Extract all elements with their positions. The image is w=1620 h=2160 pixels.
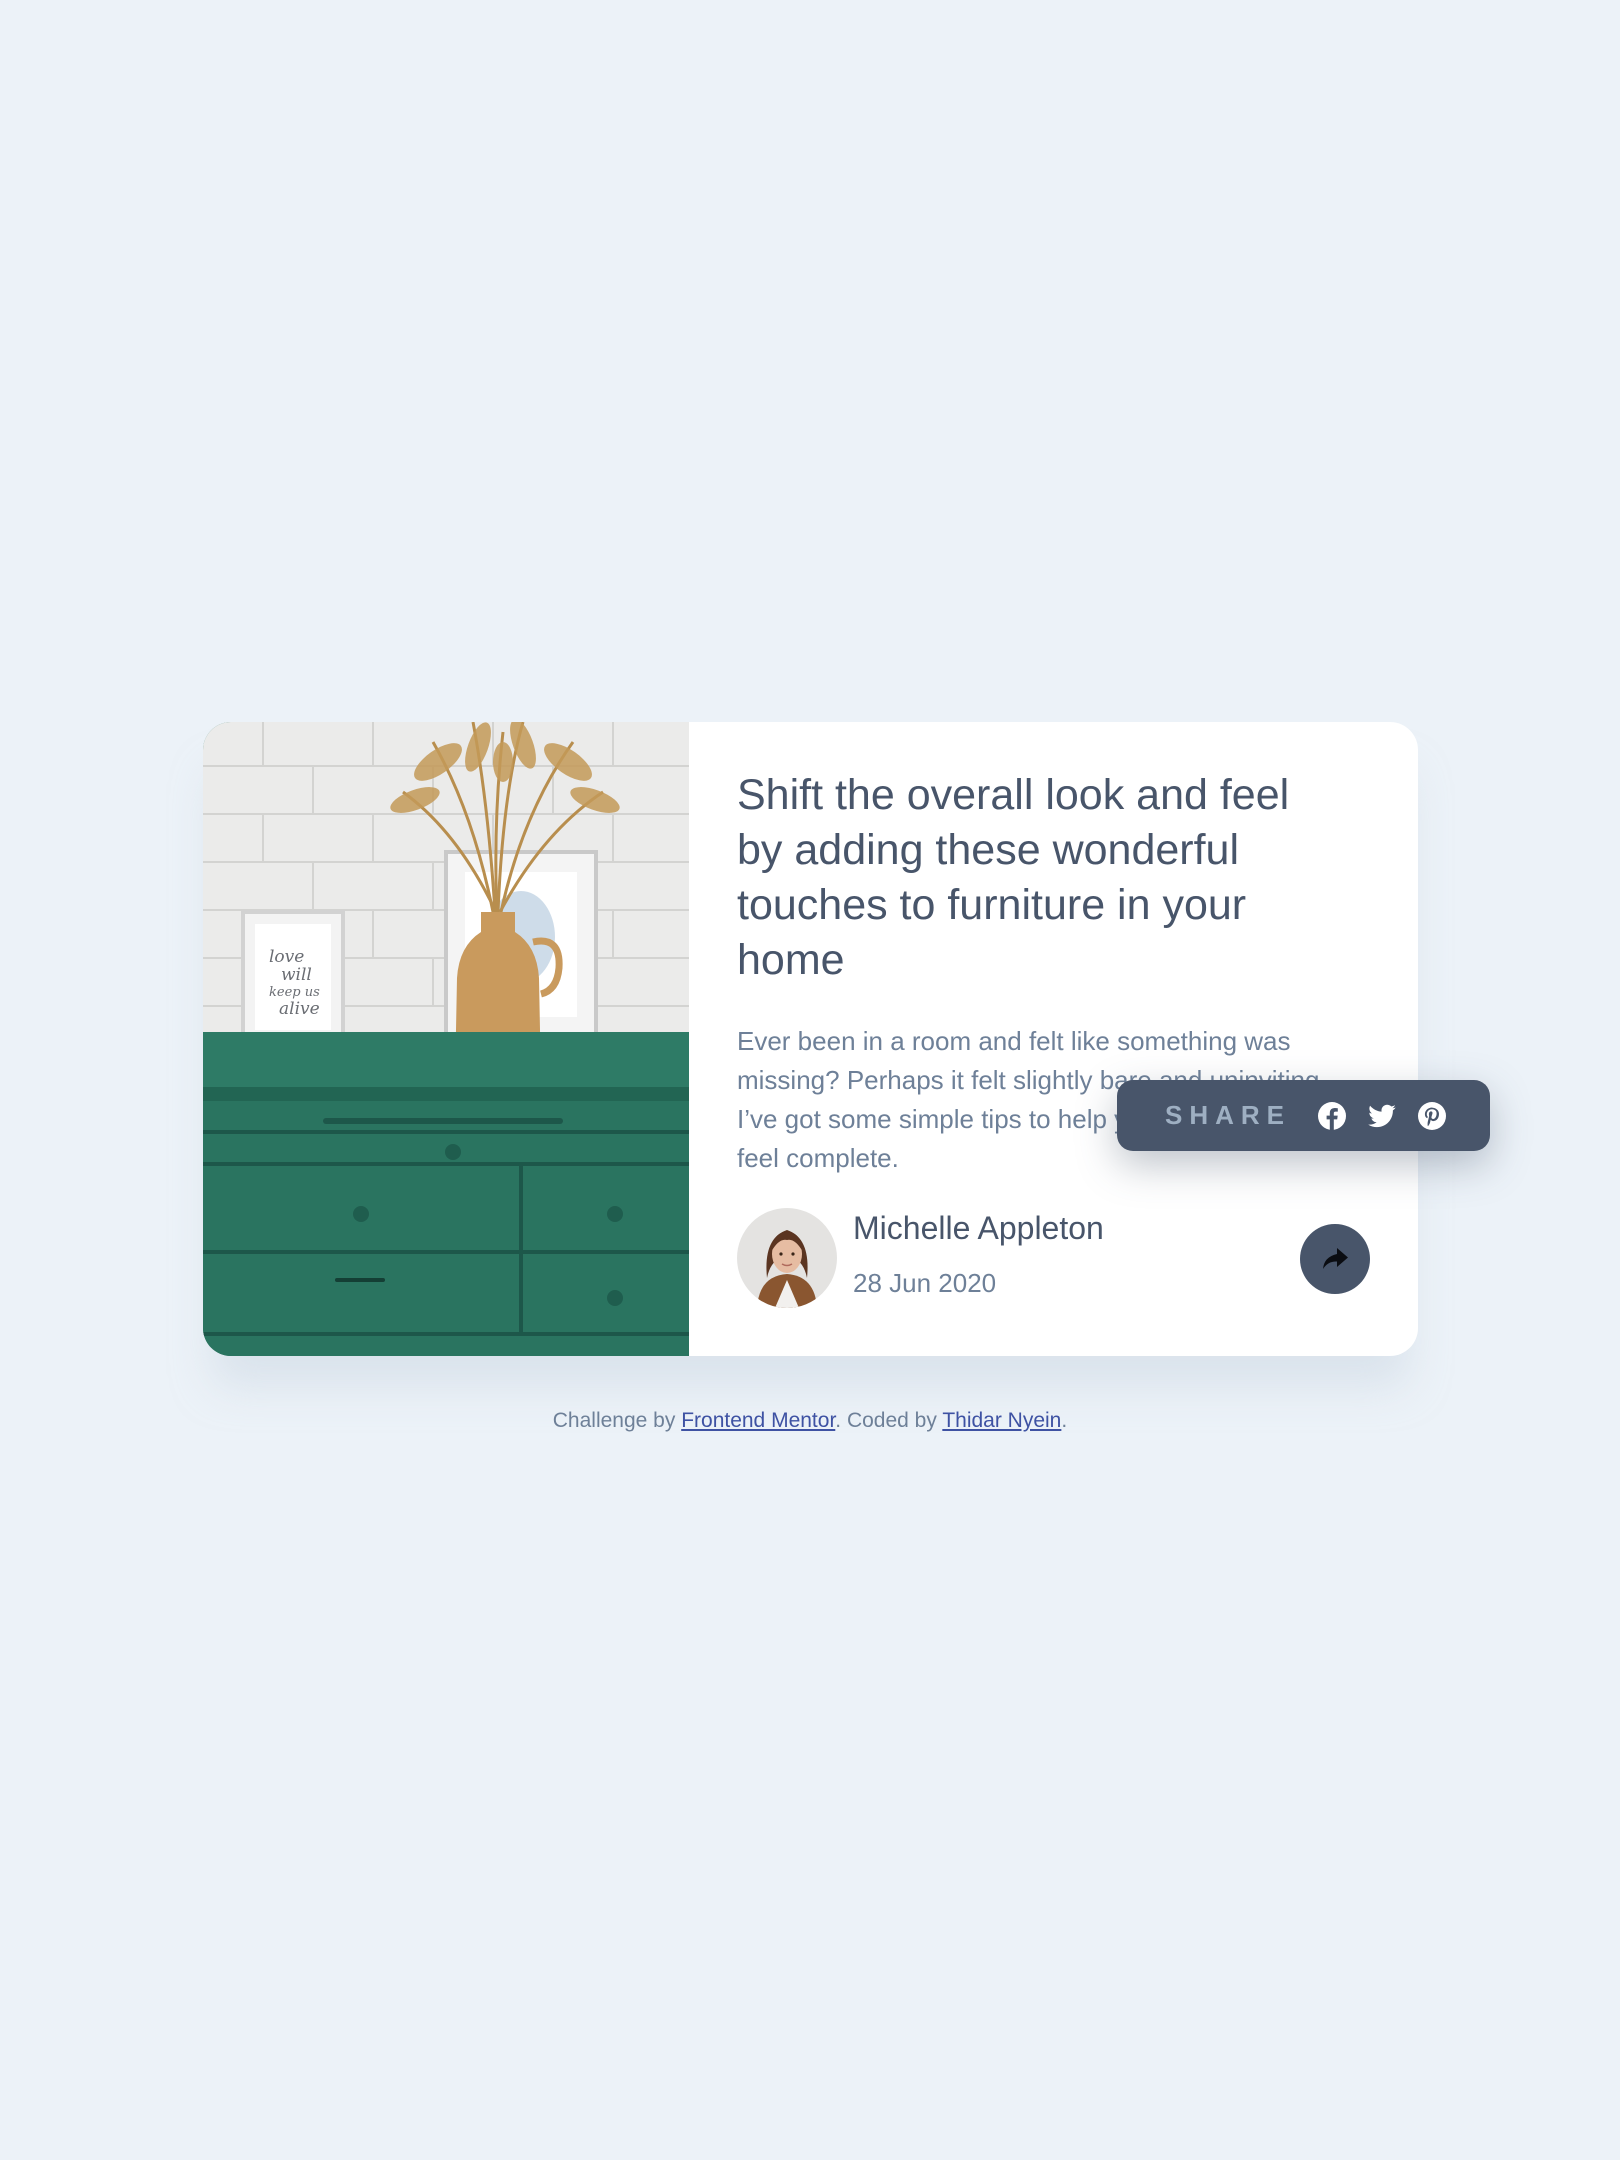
twitter-icon[interactable]: [1367, 1101, 1397, 1131]
article-title: Shift the overall look and feel by addin…: [737, 771, 1290, 984]
author-info: Michelle Appleton 28 Jun 2020: [737, 1208, 1377, 1308]
svg-text:will: will: [281, 965, 312, 985]
svg-text:love: love: [269, 947, 304, 967]
share-button[interactable]: [1300, 1224, 1370, 1294]
drawers-illustration: love will keep us alive: [203, 722, 689, 1356]
author-name: Michelle Appleton: [853, 1210, 1104, 1246]
frontend-mentor-link[interactable]: Frontend Mentor: [681, 1409, 835, 1432]
attribution-footer: Challenge by Frontend Mentor. Coded by T…: [0, 1409, 1620, 1433]
article-card: love will keep us alive Shift the overal…: [203, 722, 1418, 1356]
facebook-icon[interactable]: [1317, 1101, 1347, 1131]
post-date: 28 Jun 2020: [853, 1268, 997, 1298]
drawers-image: love will keep us alive: [203, 722, 689, 1356]
svg-text:keep us: keep us: [269, 985, 320, 1000]
attribution-middle: . Coded by: [835, 1409, 943, 1432]
avatar-illustration: [737, 1208, 837, 1308]
share-popup: SHARE: [1117, 1080, 1490, 1151]
share-label: SHARE: [1165, 1100, 1292, 1130]
avatar: [737, 1208, 837, 1308]
svg-text:alive: alive: [279, 999, 320, 1019]
pinterest-icon[interactable]: [1417, 1101, 1447, 1131]
attribution-prefix: Challenge by: [552, 1409, 682, 1432]
attribution-suffix: .: [1061, 1409, 1068, 1432]
author-link[interactable]: Thidar Nyein: [942, 1409, 1061, 1432]
share-arrow-icon: [1322, 1248, 1348, 1270]
